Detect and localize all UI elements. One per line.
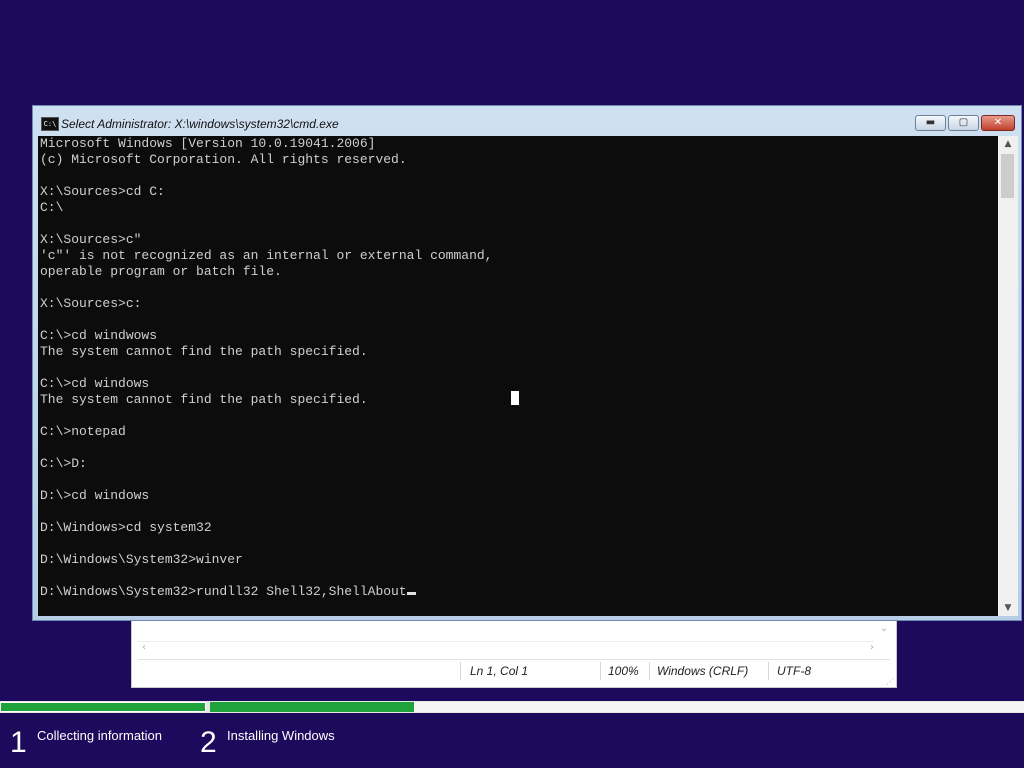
chevron-left-icon[interactable]: ‹ bbox=[142, 642, 146, 653]
scroll-up-icon[interactable]: ▲ bbox=[998, 136, 1018, 152]
title-bar[interactable]: C:\ Select Administrator: X:\windows\sys… bbox=[33, 106, 1021, 136]
maximize-icon: ▢ bbox=[958, 117, 969, 128]
cmd-window[interactable]: C:\ Select Administrator: X:\windows\sys… bbox=[32, 105, 1022, 621]
notepad-window[interactable]: ⌄ ‹ › Ln 1, Col 1 100% Windows (CRLF) UT… bbox=[131, 612, 897, 688]
window-title: Select Administrator: X:\windows\system3… bbox=[61, 117, 339, 131]
minimize-icon: ▬ bbox=[925, 117, 936, 128]
command-line[interactable]: D:\Windows\System32>rundll32 Shell32,She… bbox=[38, 584, 998, 600]
status-divider bbox=[768, 662, 769, 680]
zoom-level: 100% bbox=[608, 664, 639, 678]
vertical-scrollbar[interactable]: ▲ ▼ bbox=[998, 136, 1018, 616]
current-command: D:\Windows\System32>rundll32 Shell32,She… bbox=[40, 584, 407, 599]
line-endings: Windows (CRLF) bbox=[657, 664, 749, 678]
console-output[interactable]: Microsoft Windows [Version 10.0.19041.20… bbox=[38, 136, 998, 616]
status-bar: Ln 1, Col 1 100% Windows (CRLF) UTF-8 bbox=[138, 659, 890, 682]
cursor-position: Ln 1, Col 1 bbox=[470, 664, 529, 678]
progress-step-1 bbox=[0, 702, 206, 712]
setup-progress-bar bbox=[0, 701, 1024, 713]
console-text: Microsoft Windows [Version 10.0.19041.20… bbox=[40, 136, 493, 567]
step-number: 1 bbox=[10, 726, 27, 759]
step-label: Collecting information bbox=[37, 728, 163, 743]
chevron-down-icon[interactable]: ⌄ bbox=[878, 623, 890, 645]
step-number: 2 bbox=[200, 726, 217, 759]
scroll-down-icon[interactable]: ▼ bbox=[998, 600, 1018, 616]
close-icon: ✕ bbox=[993, 117, 1003, 128]
close-button[interactable]: ✕ bbox=[981, 115, 1015, 131]
text-cursor bbox=[406, 592, 416, 595]
status-divider bbox=[460, 662, 461, 680]
progress-step-2-fill bbox=[210, 702, 414, 712]
scrollbar-thumb[interactable] bbox=[1001, 154, 1014, 198]
resize-grip-icon[interactable]: ⋰ bbox=[886, 677, 894, 686]
status-divider bbox=[649, 662, 650, 680]
maximize-button[interactable]: ▢ bbox=[948, 115, 979, 131]
chevron-right-icon[interactable]: › bbox=[870, 642, 874, 653]
step-label: Installing Windows bbox=[227, 728, 335, 743]
horizontal-scrollbar[interactable]: ‹ › bbox=[138, 641, 874, 656]
status-divider bbox=[600, 662, 601, 680]
encoding: UTF-8 bbox=[777, 664, 811, 678]
cmd-icon: C:\ bbox=[41, 117, 59, 131]
mouse-cursor-icon bbox=[511, 391, 519, 405]
minimize-button[interactable]: ▬ bbox=[915, 115, 946, 131]
